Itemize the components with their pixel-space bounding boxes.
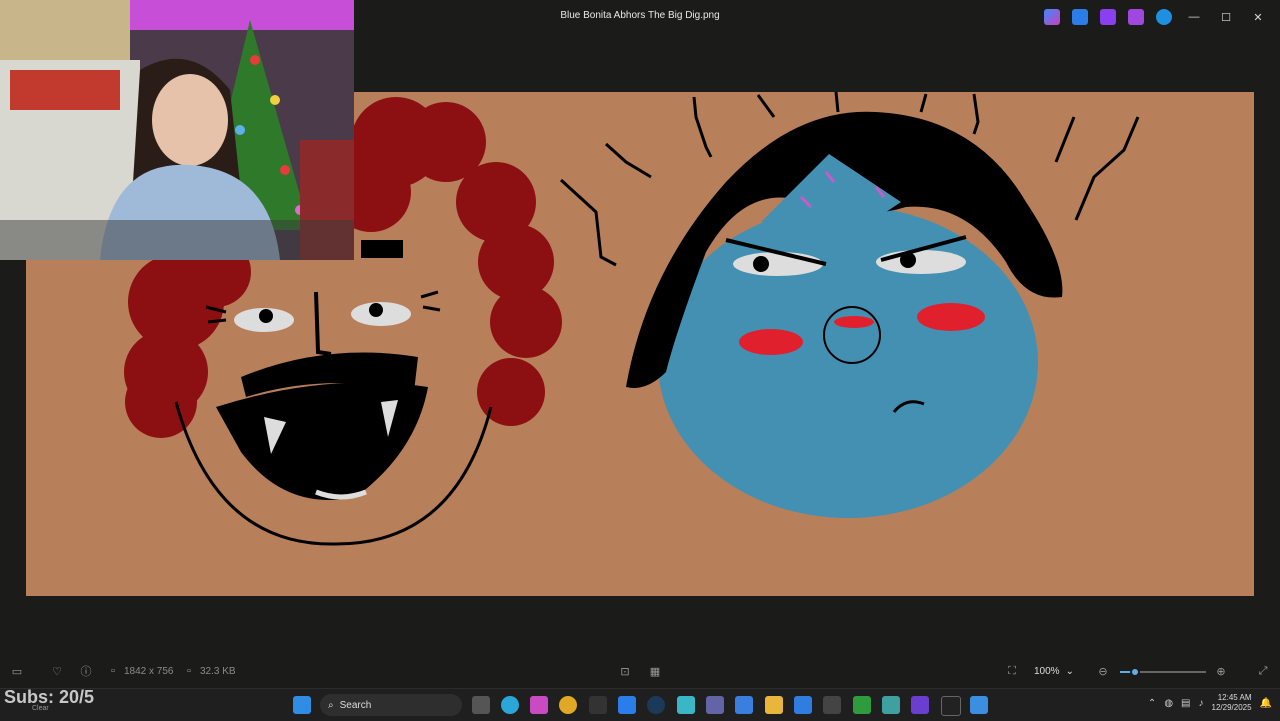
onedrive-icon[interactable] xyxy=(1156,9,1172,25)
network-icon[interactable]: ◍ xyxy=(1164,698,1173,709)
clock[interactable]: 12:45 AM 12/29/2025 xyxy=(1212,693,1252,713)
volume-icon[interactable]: ♪ xyxy=(1199,698,1204,709)
zoom-dropdown[interactable]: 100% ⌄ xyxy=(1034,660,1088,682)
taskbar: Subs: 20/5 Clear ⌕ Search ⌃ ◍ ▤ ♪ 12:45 … xyxy=(0,687,1280,721)
crop-icon[interactable]: ⊡ xyxy=(618,664,632,678)
time: 12:45 AM xyxy=(1217,693,1252,702)
right-blush xyxy=(917,303,985,331)
clipchamp-icon[interactable] xyxy=(1100,9,1116,25)
weather-label: Clear xyxy=(32,705,49,712)
teams-icon[interactable] xyxy=(706,696,724,714)
status-bar: ▭ ♡ ⓘ ▫ 1842 x 756 ▫ 32.3 KB ⊡ ▦ ⛶ 100% … xyxy=(0,658,1280,686)
app-icon[interactable] xyxy=(677,696,695,714)
system-tray: ⌃ ◍ ▤ ♪ 12:45 AM 12/29/2025 🔔 xyxy=(1148,693,1272,713)
wifi-icon[interactable]: ▤ xyxy=(1181,698,1190,709)
filmstrip-icon[interactable]: ▭ xyxy=(10,664,24,678)
zoom-value: 100% xyxy=(1034,665,1060,677)
app-icon[interactable] xyxy=(882,696,900,714)
search-placeholder: Search xyxy=(339,699,372,711)
zoom-out-icon[interactable]: ⊖ xyxy=(1096,664,1110,678)
image-dimensions: 1842 x 756 xyxy=(124,665,174,677)
blue-right-eye xyxy=(876,250,966,274)
toolbar-icons xyxy=(1044,9,1172,25)
file-size: 32.3 KB xyxy=(200,665,236,677)
steam-icon[interactable] xyxy=(647,696,665,714)
webcam-overlay xyxy=(0,0,354,260)
chevron-up-icon[interactable]: ⌃ xyxy=(1148,698,1156,709)
mouth xyxy=(216,382,428,500)
chevron-down-icon: ⌄ xyxy=(1065,665,1074,677)
search-icon: ⌕ xyxy=(328,699,334,711)
left-blush xyxy=(739,329,803,355)
photos-icon[interactable] xyxy=(970,696,988,714)
eyebrow-bar xyxy=(361,240,403,258)
zoom-in-icon[interactable]: ⊕ xyxy=(1214,664,1228,678)
person xyxy=(152,74,228,166)
search-box[interactable]: ⌕ Search xyxy=(320,694,462,716)
minimize-button[interactable]: — xyxy=(1178,6,1210,28)
file-explorer-icon[interactable] xyxy=(765,696,783,714)
file-size-icon: ▫ xyxy=(187,665,191,677)
zoom-slider-thumb[interactable] xyxy=(1129,667,1140,677)
mail-icon[interactable] xyxy=(794,696,812,714)
edit-icon[interactable] xyxy=(1072,9,1088,25)
start-icon[interactable] xyxy=(293,696,311,714)
epic-games-icon[interactable] xyxy=(589,696,607,714)
subs-counter: Subs: 20/5 xyxy=(4,687,95,707)
maximize-button[interactable]: ☐ xyxy=(1210,6,1242,28)
close-button[interactable]: ✕ xyxy=(1242,6,1274,28)
date: 12/29/2025 xyxy=(1211,703,1252,712)
app-icon[interactable] xyxy=(735,696,753,714)
task-view-icon[interactable] xyxy=(472,696,490,714)
favorite-icon[interactable]: ♡ xyxy=(50,664,64,678)
chrome-icon[interactable] xyxy=(559,696,577,714)
app-icon[interactable] xyxy=(618,696,636,714)
app-icon[interactable] xyxy=(941,696,961,716)
dimensions-icon: ▫ xyxy=(111,665,115,677)
notification-icon[interactable]: 🔔 xyxy=(1260,698,1272,709)
blue-left-eye xyxy=(733,252,823,276)
info-icon[interactable]: ⓘ xyxy=(79,664,93,678)
fullscreen-icon[interactable]: ⤢ xyxy=(1256,664,1270,678)
designer-icon[interactable] xyxy=(1128,9,1144,25)
zoom-slider[interactable] xyxy=(1120,667,1206,677)
edge-icon[interactable] xyxy=(501,696,519,714)
app-icon[interactable] xyxy=(823,696,841,714)
copilot-icon[interactable] xyxy=(1044,9,1060,25)
copilot-app-icon[interactable] xyxy=(530,696,548,714)
fit-to-window-icon[interactable]: ⛶ xyxy=(1005,664,1019,678)
nose xyxy=(314,291,332,356)
app-icon[interactable] xyxy=(911,696,929,714)
xbox-icon[interactable] xyxy=(853,696,871,714)
ocr-icon[interactable]: ▦ xyxy=(648,664,662,678)
